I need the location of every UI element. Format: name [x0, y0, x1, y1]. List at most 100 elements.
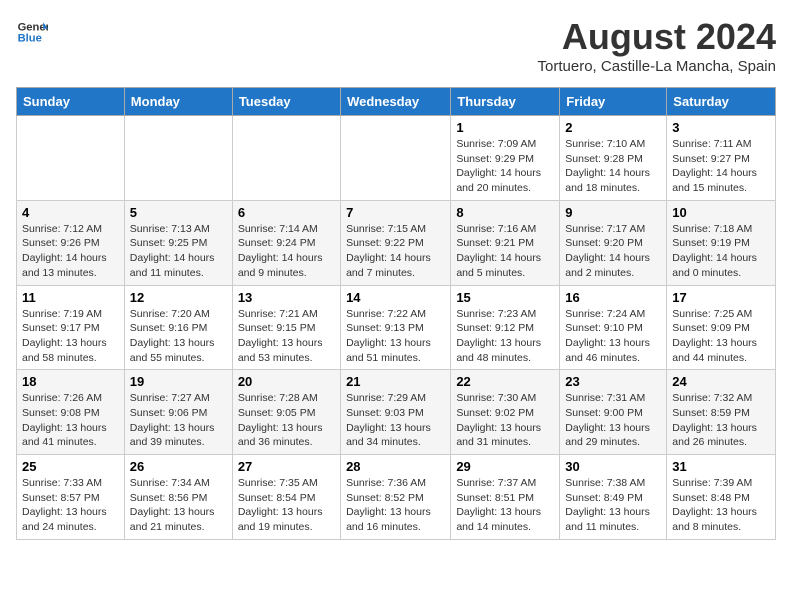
calendar-cell: [17, 116, 125, 201]
day-info: Sunrise: 7:19 AMSunset: 9:17 PMDaylight:…: [22, 307, 119, 366]
calendar-cell: 6 Sunrise: 7:14 AMSunset: 9:24 PMDaylight…: [232, 200, 340, 285]
day-info: Sunrise: 7:29 AMSunset: 9:03 PMDaylight:…: [346, 391, 445, 450]
calendar-cell: [124, 116, 232, 201]
weekday-header-saturday: Saturday: [667, 88, 776, 116]
day-info: Sunrise: 7:30 AMSunset: 9:02 PMDaylight:…: [456, 391, 554, 450]
day-number: 6: [238, 205, 335, 220]
day-info: Sunrise: 7:25 AMSunset: 9:09 PMDaylight:…: [672, 307, 770, 366]
day-number: 8: [456, 205, 554, 220]
day-number: 16: [565, 290, 661, 305]
calendar-cell: 29Sunrise: 7:37 AMSunset: 8:51 PMDayligh…: [451, 455, 560, 540]
day-info: Sunrise: 7:37 AMSunset: 8:51 PMDaylight:…: [456, 476, 554, 535]
calendar-cell: 14 Sunrise: 7:22 AMSunset: 9:13 PMDayligh…: [341, 285, 451, 370]
calendar-cell: 1Sunrise: 7:09 AMSunset: 9:29 PMDaylight…: [451, 116, 560, 201]
day-number: 30: [565, 459, 661, 474]
day-info: Sunrise: 7:13 AMSunset: 9:25 PMDaylight:…: [130, 222, 227, 281]
weekday-header-row: SundayMondayTuesdayWednesdayThursdayFrid…: [17, 88, 776, 116]
calendar-cell: 25Sunrise: 7:33 AMSunset: 8:57 PMDayligh…: [17, 455, 125, 540]
calendar-cell: 7Sunrise: 7:15 AMSunset: 9:22 PMDaylight…: [341, 200, 451, 285]
day-info: Sunrise: 7:21 AMSunset: 9:15 PMDaylight:…: [238, 307, 335, 366]
calendar-cell: 28Sunrise: 7:36 AMSunset: 8:52 PMDayligh…: [341, 455, 451, 540]
day-number: 15: [456, 290, 554, 305]
calendar-cell: 13 Sunrise: 7:21 AMSunset: 9:15 PMDayligh…: [232, 285, 340, 370]
calendar-cell: 21 Sunrise: 7:29 AMSunset: 9:03 PMDayligh…: [341, 370, 451, 455]
day-info: Sunrise: 7:23 AMSunset: 9:12 PMDaylight:…: [456, 307, 554, 366]
day-number: 2: [565, 120, 661, 135]
calendar-cell: 26Sunrise: 7:34 AMSunset: 8:56 PMDayligh…: [124, 455, 232, 540]
day-info: Sunrise: 7:22 AMSunset: 9:13 PMDaylight:…: [346, 307, 445, 366]
day-number: 14: [346, 290, 445, 305]
calendar-week-row: 11 Sunrise: 7:19 AMSunset: 9:17 PMDayligh…: [17, 285, 776, 370]
day-info: Sunrise: 7:26 AMSunset: 9:08 PMDaylight:…: [22, 391, 119, 450]
title-area: August 2024 Tortuero, Castille-La Mancha…: [538, 16, 776, 75]
calendar-cell: 5 Sunrise: 7:13 AMSunset: 9:25 PMDaylight…: [124, 200, 232, 285]
day-number: 11: [22, 290, 119, 305]
weekday-header-monday: Monday: [124, 88, 232, 116]
svg-text:Blue: Blue: [18, 33, 42, 45]
day-number: 27: [238, 459, 335, 474]
day-info: Sunrise: 7:38 AMSunset: 8:49 PMDaylight:…: [565, 476, 661, 535]
day-info: Sunrise: 7:24 AMSunset: 9:10 PMDaylight:…: [565, 307, 661, 366]
day-number: 4: [22, 205, 119, 220]
day-number: 5: [130, 205, 227, 220]
logo-icon: General Blue: [16, 16, 48, 48]
calendar-table: SundayMondayTuesdayWednesdayThursdayFrid…: [16, 87, 776, 540]
calendar-cell: 9 Sunrise: 7:17 AMSunset: 9:20 PMDaylight…: [560, 200, 667, 285]
day-number: 28: [346, 459, 445, 474]
header: General Blue August 2024 Tortuero, Casti…: [16, 16, 776, 75]
day-number: 25: [22, 459, 119, 474]
day-info: Sunrise: 7:18 AMSunset: 9:19 PMDaylight:…: [672, 222, 770, 281]
calendar-cell: 31 Sunrise: 7:39 AMSunset: 8:48 PMDayligh…: [667, 455, 776, 540]
day-number: 23: [565, 374, 661, 389]
weekday-header-thursday: Thursday: [451, 88, 560, 116]
day-info: Sunrise: 7:14 AMSunset: 9:24 PMDaylight:…: [238, 222, 335, 281]
calendar-cell: 27 Sunrise: 7:35 AMSunset: 8:54 PMDayligh…: [232, 455, 340, 540]
calendar-cell: 15 Sunrise: 7:23 AMSunset: 9:12 PMDayligh…: [451, 285, 560, 370]
day-info: Sunrise: 7:16 AMSunset: 9:21 PMDaylight:…: [456, 222, 554, 281]
day-number: 13: [238, 290, 335, 305]
calendar-cell: 20Sunrise: 7:28 AMSunset: 9:05 PMDayligh…: [232, 370, 340, 455]
calendar-cell: 23 Sunrise: 7:31 AMSunset: 9:00 PMDayligh…: [560, 370, 667, 455]
calendar-cell: 3 Sunrise: 7:11 AMSunset: 9:27 PMDaylight…: [667, 116, 776, 201]
day-info: Sunrise: 7:12 AMSunset: 9:26 PMDaylight:…: [22, 222, 119, 281]
calendar-cell: 12Sunrise: 7:20 AMSunset: 9:16 PMDayligh…: [124, 285, 232, 370]
day-number: 10: [672, 205, 770, 220]
calendar-week-row: 25Sunrise: 7:33 AMSunset: 8:57 PMDayligh…: [17, 455, 776, 540]
day-number: 3: [672, 120, 770, 135]
day-number: 9: [565, 205, 661, 220]
calendar-week-row: 4 Sunrise: 7:12 AMSunset: 9:26 PMDaylight…: [17, 200, 776, 285]
day-number: 22: [456, 374, 554, 389]
day-info: Sunrise: 7:31 AMSunset: 9:00 PMDaylight:…: [565, 391, 661, 450]
weekday-header-tuesday: Tuesday: [232, 88, 340, 116]
calendar-cell: [341, 116, 451, 201]
calendar-subtitle: Tortuero, Castille-La Mancha, Spain: [538, 58, 776, 75]
day-number: 31: [672, 459, 770, 474]
day-number: 21: [346, 374, 445, 389]
day-info: Sunrise: 7:11 AMSunset: 9:27 PMDaylight:…: [672, 137, 770, 196]
day-info: Sunrise: 7:09 AMSunset: 9:29 PMDaylight:…: [456, 137, 554, 196]
day-info: Sunrise: 7:17 AMSunset: 9:20 PMDaylight:…: [565, 222, 661, 281]
calendar-cell: 17 Sunrise: 7:25 AMSunset: 9:09 PMDayligh…: [667, 285, 776, 370]
day-number: 17: [672, 290, 770, 305]
calendar-cell: 30 Sunrise: 7:38 AMSunset: 8:49 PMDayligh…: [560, 455, 667, 540]
calendar-cell: 24 Sunrise: 7:32 AMSunset: 8:59 PMDayligh…: [667, 370, 776, 455]
calendar-cell: 11 Sunrise: 7:19 AMSunset: 9:17 PMDayligh…: [17, 285, 125, 370]
day-number: 12: [130, 290, 227, 305]
calendar-cell: 8 Sunrise: 7:16 AMSunset: 9:21 PMDaylight…: [451, 200, 560, 285]
calendar-cell: 2Sunrise: 7:10 AMSunset: 9:28 PMDaylight…: [560, 116, 667, 201]
day-number: 24: [672, 374, 770, 389]
day-info: Sunrise: 7:32 AMSunset: 8:59 PMDaylight:…: [672, 391, 770, 450]
day-info: Sunrise: 7:35 AMSunset: 8:54 PMDaylight:…: [238, 476, 335, 535]
calendar-cell: 16 Sunrise: 7:24 AMSunset: 9:10 PMDayligh…: [560, 285, 667, 370]
calendar-cell: [232, 116, 340, 201]
day-info: Sunrise: 7:15 AMSunset: 9:22 PMDaylight:…: [346, 222, 445, 281]
weekday-header-wednesday: Wednesday: [341, 88, 451, 116]
calendar-week-row: 18Sunrise: 7:26 AMSunset: 9:08 PMDayligh…: [17, 370, 776, 455]
weekday-header-friday: Friday: [560, 88, 667, 116]
day-info: Sunrise: 7:39 AMSunset: 8:48 PMDaylight:…: [672, 476, 770, 535]
calendar-cell: 22 Sunrise: 7:30 AMSunset: 9:02 PMDayligh…: [451, 370, 560, 455]
day-info: Sunrise: 7:28 AMSunset: 9:05 PMDaylight:…: [238, 391, 335, 450]
day-info: Sunrise: 7:34 AMSunset: 8:56 PMDaylight:…: [130, 476, 227, 535]
weekday-header-sunday: Sunday: [17, 88, 125, 116]
day-number: 19: [130, 374, 227, 389]
